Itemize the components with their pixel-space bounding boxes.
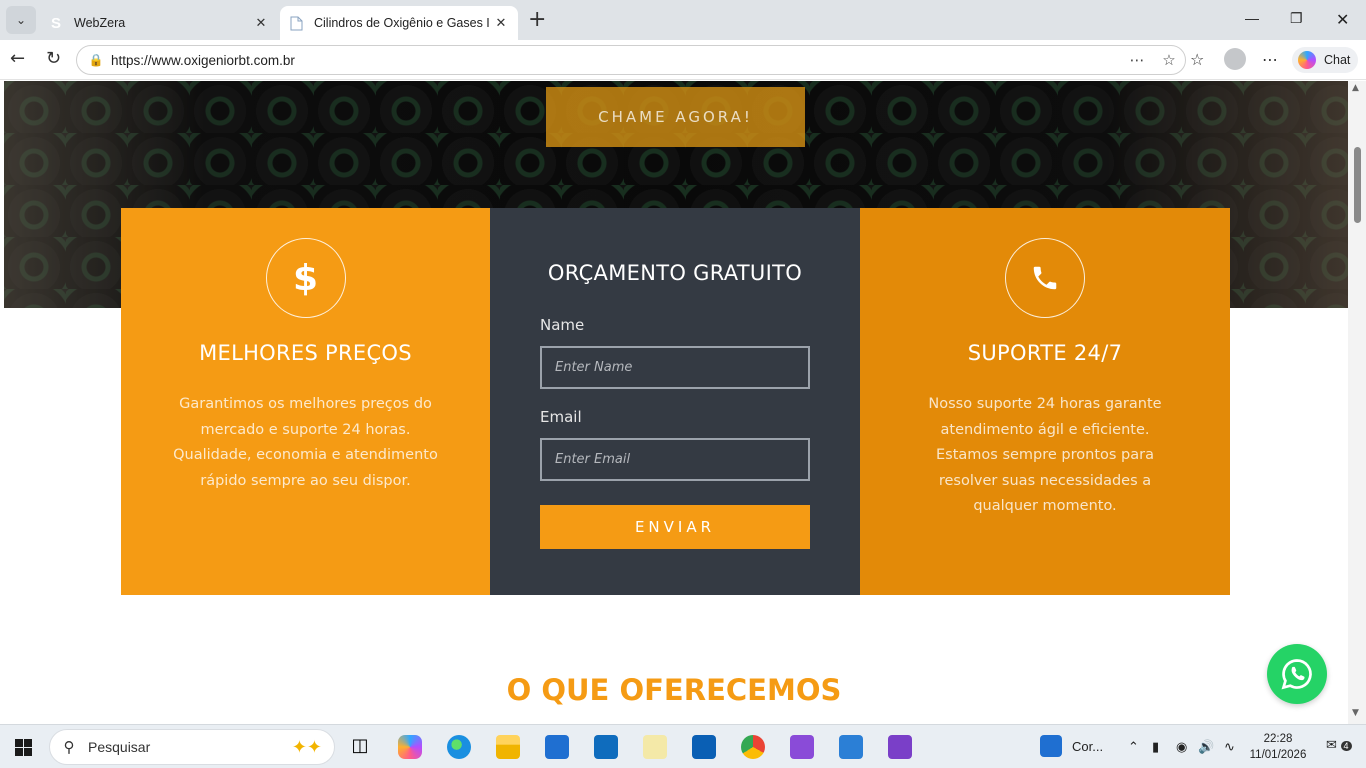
clock[interactable]: 22:28 11/01/2026 (1248, 731, 1308, 763)
more-options-icon[interactable]: ⋯ (1262, 50, 1278, 69)
windows-start-icon[interactable] (15, 739, 32, 756)
name-input[interactable] (540, 346, 810, 389)
new-tab-button[interactable]: + (528, 8, 546, 32)
feature-title: MELHORES PREÇOS (199, 341, 412, 365)
camera-icon[interactable]: ◉ (1176, 739, 1187, 755)
photos-icon[interactable] (839, 735, 863, 759)
search-icon: ⚲ (63, 739, 75, 756)
address-bar[interactable]: 🔒 https://www.oxigeniorbt.com.br ⋯ ☆ (76, 45, 1186, 75)
copilot-icon (1298, 51, 1316, 69)
favorite-star-icon[interactable]: ☆ (1153, 51, 1185, 69)
tab-oxigenio[interactable]: Cilindros de Oxigênio e Gases Indu ✕ (280, 6, 518, 40)
email-label: Email (540, 408, 582, 426)
tab-actions-menu-button[interactable]: ⌄ (6, 6, 36, 34)
volume-icon[interactable]: 🔊 (1198, 739, 1214, 755)
scrollbar-thumb[interactable] (1354, 147, 1361, 223)
copilot-sparkle-icon: ✦✦ (291, 736, 322, 757)
tab-webzera[interactable]: S WebZera ✕ (40, 6, 278, 40)
copilot-chat-button[interactable]: Chat (1292, 47, 1358, 73)
page-viewport: CHAME AGORA! $ MELHORES PREÇOS Garantimo… (0, 81, 1348, 724)
close-icon[interactable]: ✕ (490, 15, 512, 31)
quote-form-card: ORÇAMENTO GRATUITO Name Email ENVIAR (490, 208, 860, 595)
outlook-icon[interactable] (594, 735, 618, 759)
feature-title: SUPORTE 24/7 (967, 341, 1123, 365)
browser-tab-bar: ⌄ S WebZera ✕ Cilindros de Oxigênio e Ga… (0, 0, 1366, 40)
microsoft-store-icon[interactable] (545, 735, 569, 759)
feature-card-prices: $ MELHORES PREÇOS Garantimos os melhores… (121, 208, 490, 595)
browser-toolbar: ← ↻ 🔒 https://www.oxigeniorbt.com.br ⋯ ☆… (0, 40, 1366, 80)
whatsapp-button[interactable] (1267, 644, 1327, 704)
minimize-icon[interactable]: — (1245, 10, 1259, 26)
notification-count-badge: 4 (1340, 741, 1352, 751)
tab-title: WebZera (74, 16, 126, 30)
back-arrow-icon[interactable]: ← (10, 48, 25, 69)
visual-studio-icon[interactable] (790, 735, 814, 759)
dollar-icon: $ (265, 238, 346, 318)
webzera-favicon-icon: S (50, 14, 61, 32)
profile-avatar[interactable] (1224, 48, 1246, 70)
clock-date: 11/01/2026 (1249, 749, 1307, 761)
close-icon[interactable]: ✕ (250, 15, 272, 31)
scroll-down-icon[interactable]: ▼ (1352, 708, 1359, 718)
chevron-up-icon[interactable]: ⌃ (1128, 739, 1139, 755)
chrome-icon[interactable] (741, 735, 765, 759)
battery-icon[interactable]: ▮ (1152, 739, 1159, 755)
visual-studio-2-icon[interactable] (888, 735, 912, 759)
snipping-tool-icon[interactable] (643, 735, 667, 759)
edge-browser-icon[interactable] (447, 735, 471, 759)
feature-text: Garantimos os melhores preços do mercado… (173, 396, 438, 489)
favorites-icon[interactable]: ☆ (1190, 50, 1204, 69)
tab-title: Cilindros de Oxigênio e Gases Indu (314, 16, 490, 30)
reload-icon[interactable]: ↻ (46, 48, 61, 69)
reading-mode-icon[interactable]: ⋯ (1121, 51, 1153, 69)
taskbar-search[interactable]: ⚲ Pesquisar ✦✦ (49, 729, 335, 765)
task-view-icon[interactable]: ◫ (348, 735, 372, 759)
chevron-down-icon: ⌄ (15, 13, 27, 27)
url-text[interactable]: https://www.oxigeniorbt.com.br (111, 53, 1121, 68)
name-label: Name (540, 316, 585, 334)
email-input[interactable] (540, 438, 810, 481)
section-title: O QUE OFERECEMOS (506, 673, 842, 707)
lock-icon[interactable]: 🔒 (81, 53, 111, 67)
submit-button[interactable]: ENVIAR (540, 505, 810, 549)
chat-label: Chat (1324, 53, 1351, 67)
notification-icon[interactable]: ✉ 4 (1326, 737, 1352, 753)
copilot-app-icon[interactable] (398, 735, 422, 759)
document-favicon-icon (288, 15, 304, 31)
search-label: Pesquisar (88, 739, 151, 755)
feature-text: Nosso suporte 24 horas garante atendimen… (928, 396, 1162, 514)
scroll-up-icon[interactable]: ▲ (1352, 83, 1359, 93)
windows-taskbar: ⚲ Pesquisar ✦✦ ◫ Cor... ⌃ ▮ ◉ 🔊 ∿ 22:28 … (0, 724, 1366, 768)
taskbar-app-label[interactable]: Cor... (1072, 739, 1103, 754)
clock-time: 22:28 (1263, 733, 1293, 745)
phone-icon (1005, 238, 1085, 318)
file-explorer-icon[interactable] (496, 735, 520, 759)
power-bi-icon[interactable] (692, 735, 716, 759)
restore-icon[interactable]: ❐ (1290, 10, 1303, 27)
chame-agora-button[interactable]: CHAME AGORA! (546, 87, 805, 147)
wifi-icon[interactable]: ∿ (1224, 739, 1235, 755)
form-title: ORÇAMENTO GRATUITO (547, 261, 803, 285)
whatsapp-icon (1281, 659, 1312, 690)
page-scrollbar[interactable]: ▲ ▼ (1348, 81, 1366, 724)
feature-card-support: SUPORTE 24/7 Nosso suporte 24 horas gara… (860, 208, 1230, 595)
outlook-tray-icon[interactable] (1040, 735, 1062, 757)
window-close-icon[interactable]: ✕ (1336, 10, 1349, 30)
